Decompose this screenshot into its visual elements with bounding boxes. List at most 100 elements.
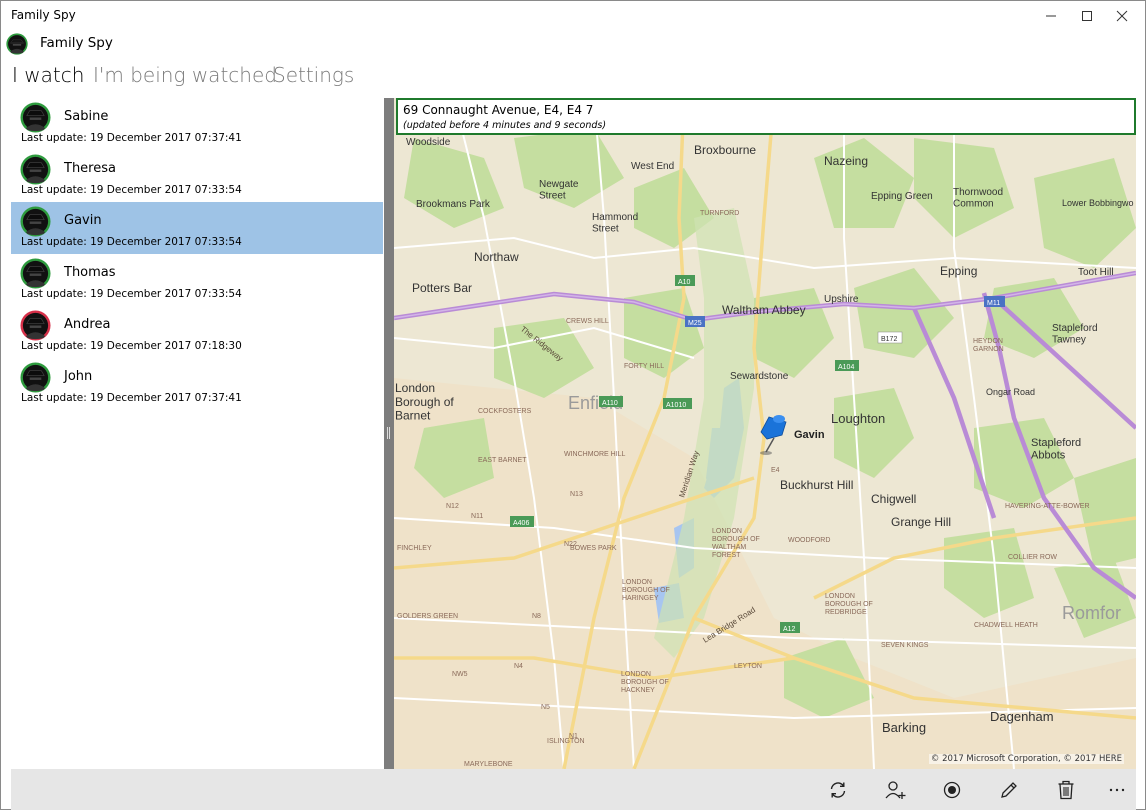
road-shield: A104 bbox=[838, 364, 854, 371]
map-label: Grange Hill bbox=[891, 515, 951, 529]
map-label: Woodside bbox=[406, 137, 451, 148]
address-text: 69 Connaught Avenue, E4, E4 7 bbox=[403, 103, 594, 117]
trash-icon bbox=[1058, 780, 1074, 800]
pane-splitter[interactable] bbox=[384, 98, 394, 769]
person-last-update: Last update: 19 December 2017 07:33:54 bbox=[21, 236, 242, 248]
person-item-andrea[interactable]: Andrea Last update: 19 December 2017 07:… bbox=[11, 306, 383, 358]
more-icon bbox=[1109, 788, 1125, 792]
road-shield: A1010 bbox=[666, 402, 686, 409]
tab-im-being-watched[interactable]: I'm being watched bbox=[93, 63, 277, 87]
person-item-gavin[interactable]: Gavin Last update: 19 December 2017 07:3… bbox=[11, 202, 383, 254]
edit-button[interactable] bbox=[992, 775, 1026, 805]
map-label: SEVEN KINGS bbox=[881, 642, 929, 649]
map-label: TURNFORD bbox=[700, 210, 739, 217]
postcode-label: N13 bbox=[570, 491, 583, 498]
person-name: Gavin bbox=[64, 213, 102, 228]
add-person-button[interactable] bbox=[878, 775, 912, 805]
map-label: Upshire bbox=[824, 294, 859, 305]
map-label: Waltham Abbey bbox=[722, 303, 806, 317]
map-canvas[interactable]: Woodside Broxbourne Nazeing West End New… bbox=[394, 98, 1136, 769]
map-label: Brookmans Park bbox=[416, 199, 491, 210]
person-name: John bbox=[64, 369, 93, 384]
person-last-update: Last update: 19 December 2017 07:37:41 bbox=[21, 132, 242, 144]
map-label: HAVERING-ATTE-BOWER bbox=[1005, 503, 1090, 510]
postcode-label: N12 bbox=[446, 503, 459, 510]
map-label: WOODFORD bbox=[788, 537, 830, 544]
address-panel: 69 Connaught Avenue, E4, E4 7 (updated b… bbox=[396, 98, 1136, 135]
record-button[interactable] bbox=[935, 775, 969, 805]
map-label: Lower Bobbingwo bbox=[1062, 198, 1134, 208]
road-shield: A406 bbox=[513, 520, 529, 527]
command-bar bbox=[11, 769, 1136, 810]
pencil-icon bbox=[1001, 782, 1017, 798]
road-shield: B172 bbox=[881, 336, 897, 343]
splitter-grip[interactable] bbox=[387, 427, 390, 439]
postcode-label: N11 bbox=[471, 513, 483, 520]
person-item-thomas[interactable]: Thomas Last update: 19 December 2017 07:… bbox=[11, 254, 383, 306]
map-label: Northaw bbox=[474, 250, 519, 264]
map-copyright: © 2017 Microsoft Corporation, © 2017 HER… bbox=[928, 754, 1124, 764]
app-name: Family Spy bbox=[40, 35, 113, 51]
postcode-label: N22 bbox=[564, 541, 577, 548]
map-label: Barking bbox=[882, 720, 926, 735]
map-label: Epping Green bbox=[871, 191, 933, 202]
person-name: Andrea bbox=[64, 317, 111, 332]
person-last-update: Last update: 19 December 2017 07:18:30 bbox=[21, 340, 242, 352]
map-label: Nazeing bbox=[824, 154, 868, 168]
postcode-label: N8 bbox=[532, 613, 541, 620]
tab-settings[interactable]: Settings bbox=[273, 63, 354, 87]
map-label: FINCHLEY bbox=[397, 545, 432, 552]
person-item-theresa[interactable]: Theresa Last update: 19 December 2017 07… bbox=[11, 150, 383, 202]
person-item-sabine[interactable]: Sabine Last update: 19 December 2017 07:… bbox=[11, 98, 383, 150]
map-label: MARYLEBONE bbox=[464, 761, 513, 768]
person-name: Theresa bbox=[64, 161, 116, 176]
person-name: Thomas bbox=[64, 265, 116, 280]
postcode-label: N1 bbox=[569, 733, 578, 740]
more-button[interactable] bbox=[1100, 775, 1134, 805]
spy-avatar-icon bbox=[20, 154, 51, 185]
map-label: LEYTON bbox=[734, 663, 762, 670]
close-icon bbox=[1116, 10, 1128, 22]
map-label: West End bbox=[631, 161, 674, 172]
map-label: CHADWELL HEATH bbox=[974, 622, 1038, 629]
close-button[interactable] bbox=[1099, 1, 1145, 31]
maximize-icon bbox=[1082, 11, 1092, 21]
map-label: EAST BARNET bbox=[478, 457, 527, 464]
spy-avatar-icon bbox=[20, 102, 51, 133]
map-label: Chigwell bbox=[871, 492, 916, 506]
minimize-icon bbox=[1046, 15, 1056, 17]
add-person-icon bbox=[885, 781, 906, 799]
pin-label: Gavin bbox=[794, 429, 825, 441]
person-last-update: Last update: 19 December 2017 07:33:54 bbox=[21, 184, 242, 196]
title-bar: Family Spy bbox=[1, 1, 1145, 31]
map-label: GOLDERS GREEN bbox=[397, 613, 458, 620]
spy-avatar-icon bbox=[20, 362, 51, 393]
person-name: Sabine bbox=[64, 109, 109, 124]
postcode-label: NW5 bbox=[452, 671, 468, 678]
updated-ago-text: (updated before 4 minutes and 9 seconds) bbox=[403, 120, 607, 131]
map-label: Broxbourne bbox=[694, 143, 756, 157]
map-view[interactable]: Woodside Broxbourne Nazeing West End New… bbox=[394, 98, 1136, 769]
road-shield: A12 bbox=[783, 626, 796, 633]
map-label: COCKFOSTERS bbox=[478, 408, 532, 415]
refresh-button[interactable] bbox=[821, 775, 855, 805]
map-label: CREWS HILL bbox=[566, 318, 609, 325]
postcode-label: N4 bbox=[514, 663, 523, 670]
spy-avatar-icon bbox=[20, 258, 51, 289]
window-title: Family Spy bbox=[11, 8, 76, 22]
refresh-icon bbox=[830, 782, 846, 798]
tab-i-watch[interactable]: I watch bbox=[12, 63, 84, 87]
spy-avatar-icon bbox=[20, 206, 51, 237]
map-label: Sewardstone bbox=[730, 371, 789, 382]
app-window: Family Spy Family Spy I watch I'm being … bbox=[0, 0, 1146, 810]
road-shield: M11 bbox=[987, 300, 1000, 307]
postcode-label: E4 bbox=[771, 467, 780, 474]
person-last-update: Last update: 19 December 2017 07:33:54 bbox=[21, 288, 242, 300]
person-item-john[interactable]: John Last update: 19 December 2017 07:37… bbox=[11, 358, 383, 410]
delete-button[interactable] bbox=[1049, 775, 1083, 805]
map-label: Epping bbox=[940, 264, 977, 278]
map-label: Buckhurst Hill bbox=[780, 478, 853, 492]
app-header: Family Spy bbox=[1, 31, 1145, 57]
map-label: ISLINGTON bbox=[547, 738, 585, 745]
road-shield: M25 bbox=[688, 320, 702, 327]
